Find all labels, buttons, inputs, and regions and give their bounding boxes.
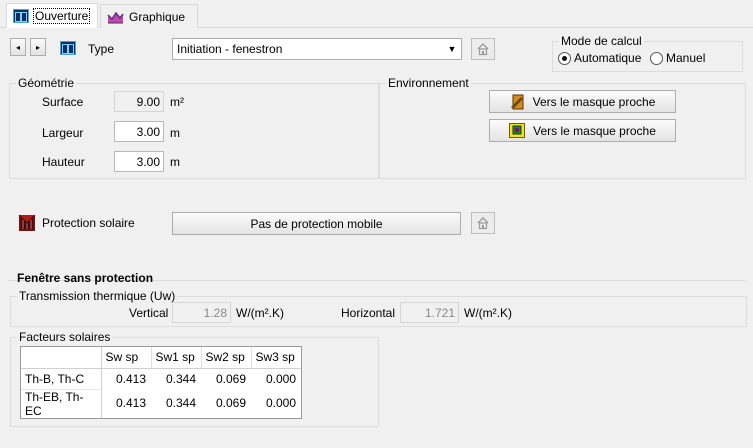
table-cell: 0.000: [265, 396, 296, 411]
vertical-field: 1.28: [172, 302, 231, 323]
type-label: Type: [88, 42, 115, 56]
col-header: Sw1 sp: [151, 347, 202, 369]
hauteur-unit: m: [170, 155, 180, 169]
transmission-legend: Transmission thermique (Uw): [19, 289, 176, 303]
masque-proche-button-2[interactable]: Vers le masque proche: [489, 119, 676, 142]
radio-off-icon: [650, 51, 663, 65]
house-icon: [477, 43, 489, 56]
facteurs-table: Sw sp Sw1 sp Sw2 sp Sw3 sp Th-B, Th-C 0.…: [21, 347, 301, 418]
vertical-unit: W/(m².K): [236, 306, 284, 320]
largeur-unit: m: [170, 126, 180, 140]
environnement-legend: Environnement: [388, 76, 469, 90]
sun-protection-icon: [18, 214, 36, 231]
masque-proche-label-2: Vers le masque proche: [533, 123, 656, 138]
col-header: Sw sp: [101, 347, 152, 369]
mask-shade-icon: [510, 94, 524, 109]
col-header: Sw3 sp: [251, 347, 301, 369]
radio-on-icon: [558, 51, 571, 65]
chevron-down-icon: ▼: [447, 44, 457, 54]
horizontal-label: Horizontal: [341, 306, 396, 320]
fenetre-title: Fenêtre sans protection: [17, 271, 154, 285]
col-header: Sw2 sp: [201, 347, 252, 369]
geometrie-legend: Géométrie: [18, 76, 75, 90]
table-corner: [21, 347, 102, 369]
prev-button[interactable]: ◂: [10, 38, 26, 56]
hauteur-label: Hauteur: [42, 155, 85, 169]
table-cell: 0.069: [215, 371, 246, 386]
horizontal-unit: W/(m².K): [464, 306, 512, 320]
surface-label: Surface: [42, 95, 84, 109]
largeur-label: Largeur: [42, 126, 84, 140]
mode-calcul-legend: Mode de calcul: [561, 34, 642, 48]
horizontal-field: 1.721: [400, 302, 459, 323]
table-cell: 0.344: [165, 396, 196, 411]
house-icon: [477, 217, 489, 230]
protection-solaire-button[interactable]: Pas de protection mobile: [172, 212, 461, 235]
table-cell: 0.069: [215, 396, 246, 411]
radio-manuel-label: Manuel: [666, 51, 706, 65]
largeur-input[interactable]: 3.00: [114, 121, 164, 142]
window-icon: [13, 8, 29, 23]
tab-graphique-label: Graphique: [129, 9, 186, 24]
type-select[interactable]: Initiation - fenestron ▼: [172, 38, 462, 60]
protection-solaire-label: Protection solaire: [42, 216, 135, 230]
mask-frame-icon: [509, 123, 526, 138]
tab-graphique[interactable]: Graphique: [100, 4, 198, 28]
table-row: Th-EB, Th-EC 0.413 0.344 0.069 0.000: [21, 388, 301, 418]
type-select-value: Initiation - fenestron: [177, 42, 283, 56]
window-icon: [60, 41, 76, 55]
masque-proche-label-1: Vers le masque proche: [532, 94, 656, 109]
vertical-label: Vertical: [129, 306, 169, 320]
type-home-button[interactable]: [471, 38, 495, 60]
radio-automatique-label: Automatique: [574, 51, 642, 65]
facteurs-table-wrap: Sw sp Sw1 sp Sw2 sp Sw3 sp Th-B, Th-C 0.…: [20, 346, 302, 419]
radio-manuel[interactable]: Manuel: [650, 51, 705, 65]
next-button[interactable]: ▸: [30, 38, 46, 56]
row-header: Th-EB, Th-EC: [21, 388, 102, 418]
row-header: Th-B, Th-C: [21, 367, 102, 389]
table-cell: 0.413: [115, 396, 146, 411]
table-cell: 0.344: [165, 371, 196, 386]
graph-icon: [107, 11, 124, 23]
protection-solaire-value: Pas de protection mobile: [250, 216, 383, 231]
facteurs-legend: Facteurs solaires: [19, 330, 111, 344]
tab-ouverture[interactable]: Ouverture: [6, 3, 98, 28]
surface-field: 9.00: [114, 91, 164, 112]
table-row: Th-B, Th-C 0.413 0.344 0.069 0.000: [21, 367, 301, 389]
radio-automatique[interactable]: Automatique: [558, 51, 641, 65]
surface-unit: m²: [170, 95, 184, 109]
protection-home-button[interactable]: [471, 212, 495, 234]
tab-ouverture-label: Ouverture: [32, 7, 91, 24]
hauteur-input[interactable]: 3.00: [114, 151, 164, 172]
table-cell: 0.413: [115, 371, 146, 386]
table-cell: 0.000: [265, 371, 296, 386]
masque-proche-button-1[interactable]: Vers le masque proche: [489, 90, 676, 113]
